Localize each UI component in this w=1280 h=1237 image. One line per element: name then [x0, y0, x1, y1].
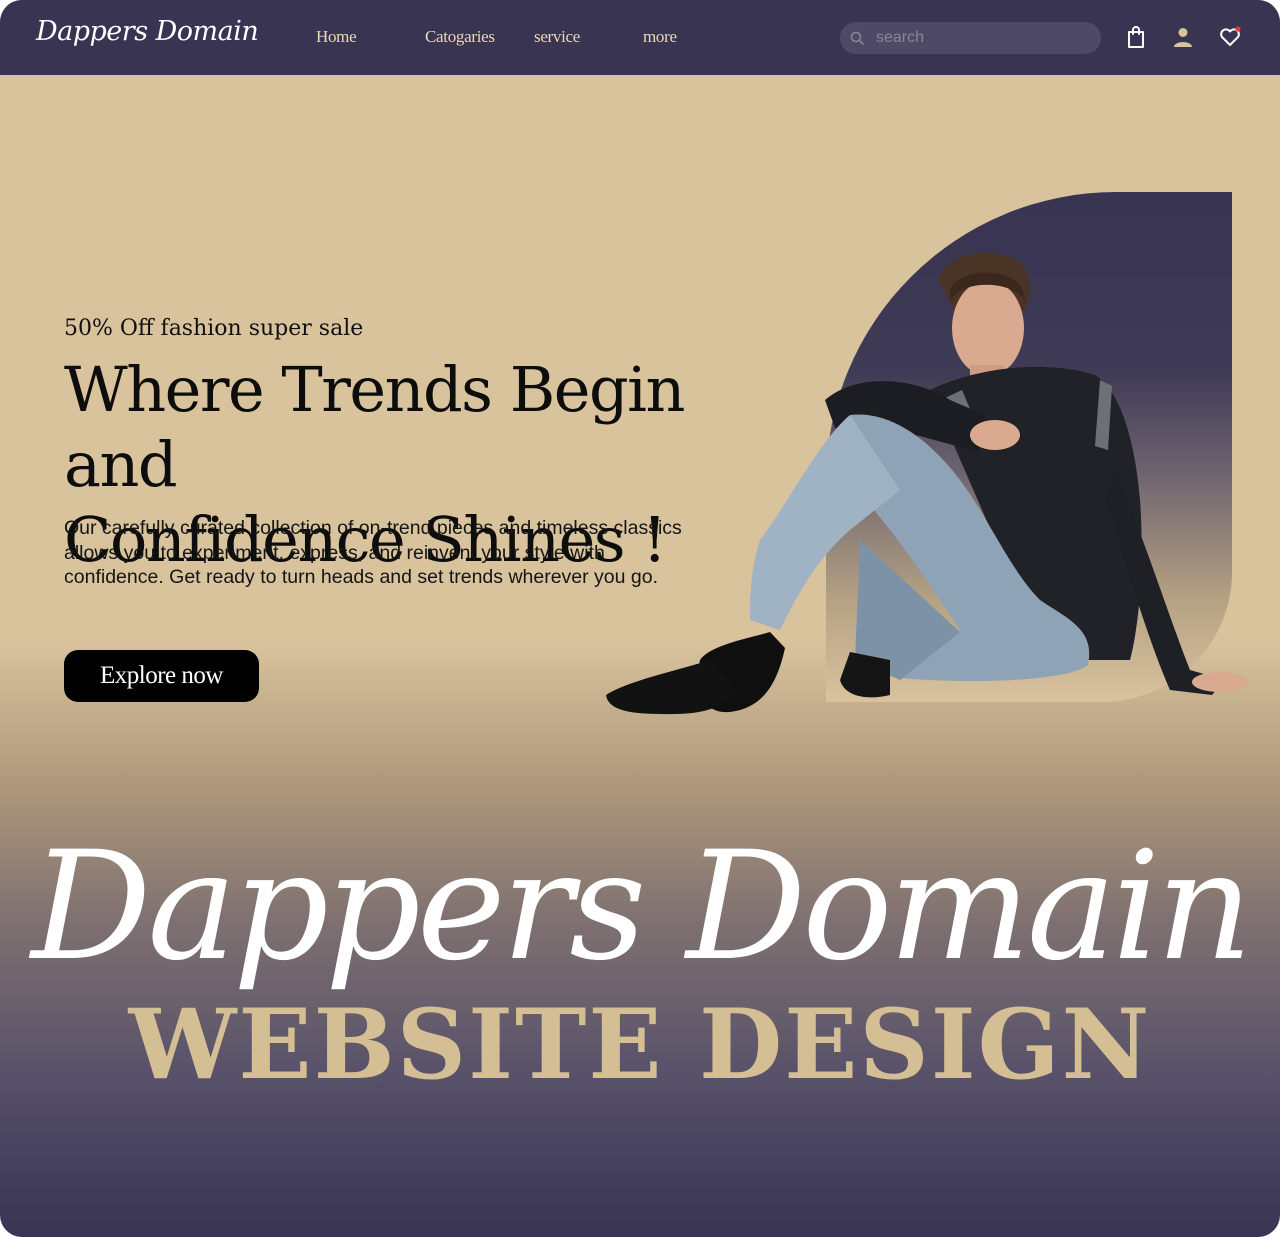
notification-dot [1235, 26, 1241, 32]
heart-icon[interactable] [1218, 25, 1242, 49]
nav-link-more[interactable]: more [643, 27, 677, 47]
shopping-bag-icon[interactable] [1124, 25, 1148, 49]
brand-banner-subtitle: WEBSITE DESIGN [128, 988, 1152, 1101]
search-bar[interactable] [840, 22, 1101, 54]
nav-link-home[interactable]: Home [316, 27, 357, 47]
brand-banner-title: Dappers Domain [31, 820, 1253, 994]
user-icon[interactable] [1171, 25, 1195, 49]
page: Dappers Domain Home Catogaries service m… [0, 0, 1280, 1237]
search-input[interactable] [876, 22, 1091, 54]
sale-tagline: 50% Off fashion super sale [64, 316, 364, 341]
nav-link-service[interactable]: service [534, 27, 580, 47]
explore-now-button[interactable]: Explore now [64, 650, 259, 702]
search-icon [850, 31, 864, 45]
brand-logo[interactable]: Dappers Domain [36, 16, 259, 47]
model-photo [606, 252, 1248, 715]
headline-line-1: Where Trends Begin and [64, 353, 685, 501]
nav-link-categories[interactable]: Catogaries [425, 27, 495, 47]
top-navbar: Dappers Domain Home Catogaries service m… [0, 0, 1280, 75]
